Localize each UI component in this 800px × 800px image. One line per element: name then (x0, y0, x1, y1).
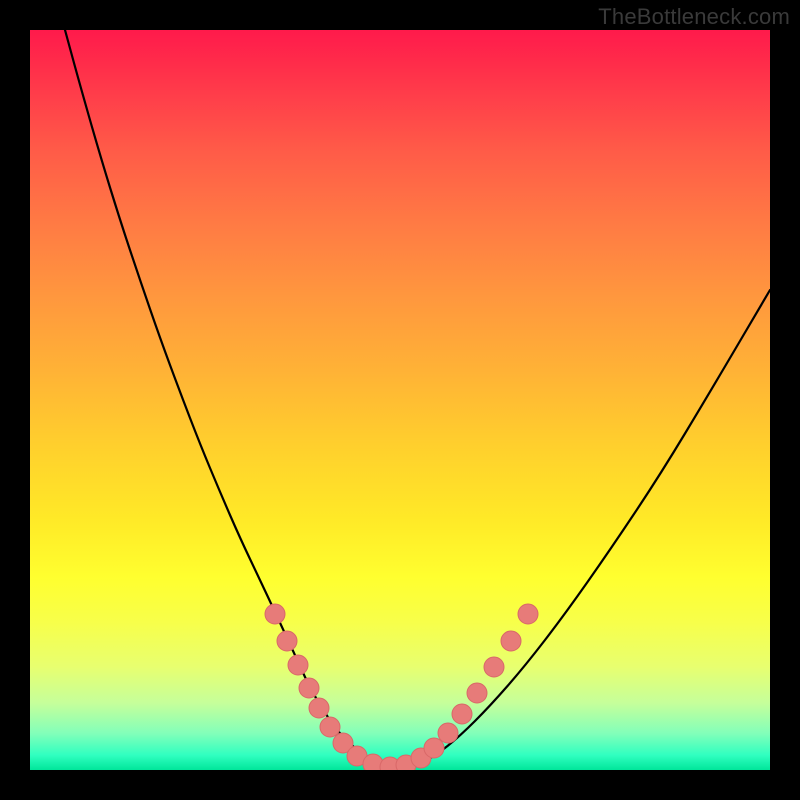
plot-gradient-bg (30, 30, 770, 770)
attribution-text: TheBottleneck.com (598, 4, 790, 30)
chart-root: TheBottleneck.com (0, 0, 800, 800)
